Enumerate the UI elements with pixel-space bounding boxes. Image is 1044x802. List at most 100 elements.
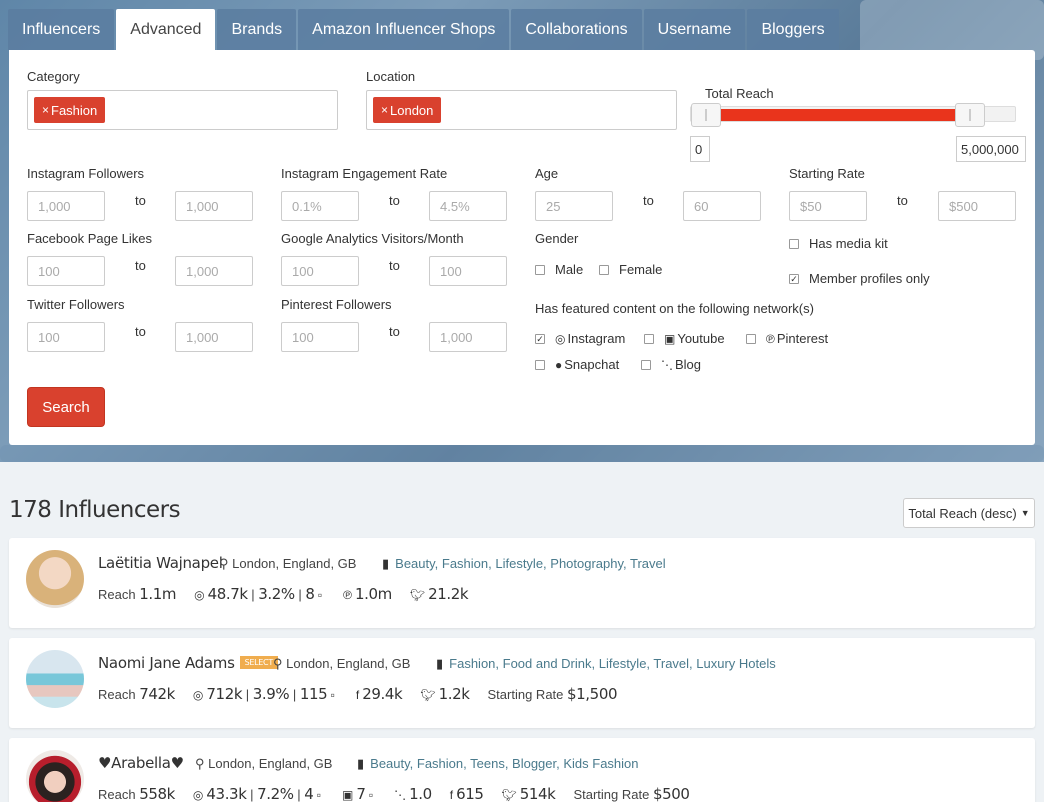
influencer-card[interactable]: Naomi Jane Adams SELECT ⚲ London, England… [9, 638, 1035, 728]
facebook-icon: f [449, 788, 454, 802]
pinterest-followers-label: Pinterest Followers [281, 297, 392, 312]
twitter-followers-label: Twitter Followers [27, 297, 125, 312]
tab-brands[interactable]: Brands [217, 9, 297, 50]
reach-min-value: 0 [690, 136, 710, 162]
location-tag[interactable]: × London [373, 97, 442, 123]
member-profiles-checkbox[interactable]: ✓ Member profiles only [789, 271, 930, 286]
instagram-engagement-max[interactable]: 4.5% [429, 191, 507, 221]
influencer-categories: ▮ Beauty, Fashion, Teens, Blogger, Kids F… [357, 756, 639, 771]
avatar[interactable] [26, 750, 84, 802]
instagram-icon: ◎ [192, 688, 204, 702]
starting-rate-label: Starting Rate [789, 166, 865, 181]
to-label: to [643, 193, 654, 208]
google-analytics-label: Google Analytics Visitors/Month [281, 231, 464, 246]
results-count: 178 Influencers [9, 497, 181, 523]
tab-username[interactable]: Username [643, 9, 746, 50]
pinterest-followers-max[interactable]: 1,000 [429, 322, 507, 352]
instagram-engagement-min[interactable]: 0.1% [281, 191, 359, 221]
twitter-icon: 🐦︎ [420, 688, 436, 702]
sort-dropdown[interactable]: Total Reach (desc) ▼ [903, 498, 1035, 528]
tab-influencers[interactable]: Influencers [8, 9, 115, 50]
location-label: Location [366, 69, 416, 84]
influencer-card[interactable]: Laëtitia Wajnapel ⚲ London, England, GB … [9, 538, 1035, 628]
total-reach-slider[interactable] [690, 103, 1016, 127]
search-button[interactable]: Search [27, 387, 105, 427]
pinterest-icon: ℗ [766, 331, 775, 346]
tab-collaborations[interactable]: Collaborations [511, 9, 642, 50]
instagram-icon: ◎ [555, 331, 566, 346]
avatar[interactable] [26, 550, 84, 608]
location-input[interactable]: × London [366, 90, 677, 130]
age-max[interactable]: 60 [683, 191, 761, 221]
influencer-location: ⚲ London, England, GB [273, 656, 411, 671]
network-blog-checkbox[interactable]: ⋱ Blog [641, 357, 701, 372]
facebook-likes-max[interactable]: 1,000 [175, 256, 253, 286]
camera-icon: ▫ [327, 688, 335, 702]
starting-rate-max[interactable]: $500 [938, 191, 1016, 221]
network-snapchat-checkbox[interactable]: ● Snapchat [535, 357, 619, 372]
remove-tag-icon[interactable]: × [381, 103, 388, 117]
twitter-followers-max[interactable]: 1,000 [175, 322, 253, 352]
influencer-location: ⚲ London, England, GB [219, 556, 357, 571]
remove-tag-icon[interactable]: × [42, 103, 49, 117]
influencer-name[interactable]: ♥Arabella♥ [98, 754, 184, 772]
twitter-followers-min[interactable]: 100 [27, 322, 105, 352]
slider-fill [709, 109, 967, 121]
google-analytics-min[interactable]: 100 [281, 256, 359, 286]
instagram-followers-min[interactable]: 1,000 [27, 191, 105, 221]
instagram-followers-max[interactable]: 1,000 [175, 191, 253, 221]
category-input[interactable]: × Fashion [27, 90, 338, 130]
influencer-categories: ▮ Fashion, Food and Drink, Lifestyle, Tra… [436, 656, 776, 671]
snapchat-icon: ● [555, 357, 563, 372]
rss-icon: ⋱ [394, 788, 407, 802]
avatar[interactable] [26, 650, 84, 708]
network-youtube-checkbox[interactable]: ▣ Youtube [644, 331, 725, 346]
age-min[interactable]: 25 [535, 191, 613, 221]
featured-content-label: Has featured content on the following ne… [535, 301, 814, 316]
influencer-stats: Reach 558k ◎ 43.3k | 7.2% | 4 ▫ ▣ 7 ▫ ⋱ 1.0… [98, 785, 690, 802]
influencer-location: ⚲ London, England, GB [195, 756, 333, 771]
network-pinterest-checkbox[interactable]: ℗ Pinterest [746, 331, 828, 346]
slider-max-handle[interactable] [955, 103, 985, 127]
advanced-search-panel: Category × Fashion Location × London Total… [9, 50, 1035, 445]
influencer-name[interactable]: Naomi Jane Adams SELECT [98, 654, 278, 672]
starting-rate-min[interactable]: $50 [789, 191, 867, 221]
gender-female-checkbox[interactable]: Female [599, 262, 662, 277]
to-label: to [389, 324, 400, 339]
to-label: to [135, 324, 146, 339]
search-tabs: Influencers Advanced Brands Amazon Influ… [8, 9, 841, 50]
instagram-engagement-label: Instagram Engagement Rate [281, 166, 448, 181]
slider-min-handle[interactable] [691, 103, 721, 127]
pinterest-followers-min[interactable]: 100 [281, 322, 359, 352]
gender-label: Gender [535, 231, 579, 246]
facebook-icon: f [355, 688, 360, 702]
category-tag[interactable]: × Fashion [34, 97, 106, 123]
media-kit-checkbox[interactable]: Has media kit [789, 236, 888, 251]
facebook-likes-label: Facebook Page Likes [27, 231, 153, 246]
map-marker-icon: ⚲ [219, 556, 233, 571]
tab-amazon-influencer-shops[interactable]: Amazon Influencer Shops [298, 9, 510, 50]
to-label: to [389, 258, 400, 273]
camera-icon: ▫ [313, 788, 321, 802]
bookmark-icon: ▮ [357, 756, 365, 771]
influencer-stats: Reach 1.1m ◎ 48.7k | 3.2% | 8 ▫ ℗ 1.0m 🐦︎ 2… [98, 585, 469, 603]
influencer-name[interactable]: Laëtitia Wajnapel [98, 554, 223, 572]
youtube-icon: ▣ [664, 331, 676, 346]
google-analytics-max[interactable]: 100 [429, 256, 507, 286]
to-label: to [135, 258, 146, 273]
bookmark-icon: ▮ [382, 556, 390, 571]
network-instagram-checkbox[interactable]: ✓ ◎ Instagram [535, 331, 625, 346]
youtube-icon: ▣ [341, 788, 354, 802]
to-label: to [135, 193, 146, 208]
influencer-card[interactable]: ♥Arabella♥ ⚲ London, England, GB ▮ Beauty… [9, 738, 1035, 802]
twitter-icon: 🐦︎ [501, 788, 517, 802]
tab-advanced[interactable]: Advanced [116, 9, 216, 50]
hero-photo [0, 445, 1044, 462]
bookmark-icon: ▮ [436, 656, 444, 671]
facebook-likes-min[interactable]: 100 [27, 256, 105, 286]
tab-bloggers[interactable]: Bloggers [747, 9, 839, 50]
gender-male-checkbox[interactable]: Male [535, 262, 583, 277]
total-reach-label: Total Reach [705, 86, 774, 101]
influencer-categories: ▮ Beauty, Fashion, Lifestyle, Photography… [382, 556, 666, 571]
caret-down-icon: ▼ [1020, 508, 1030, 518]
